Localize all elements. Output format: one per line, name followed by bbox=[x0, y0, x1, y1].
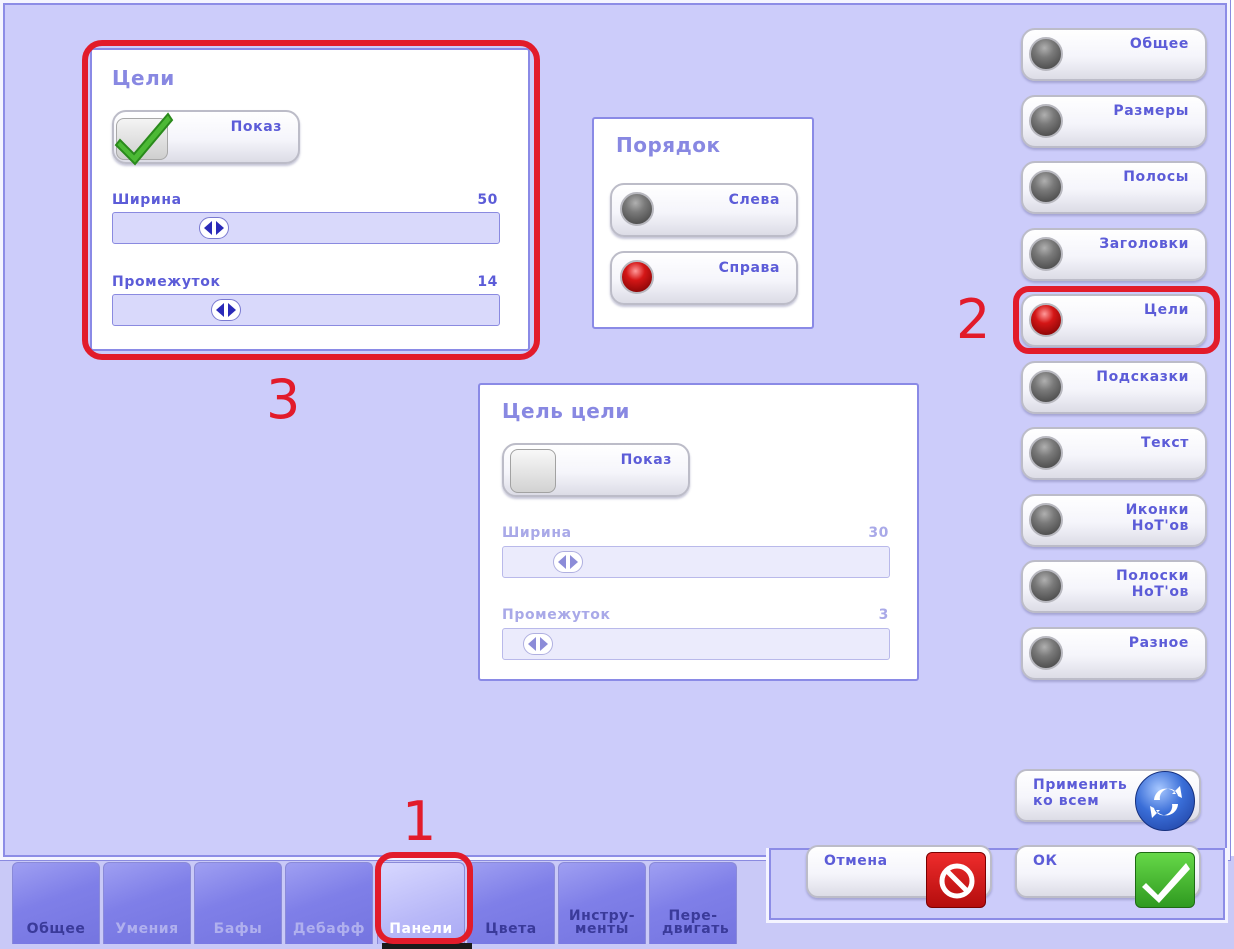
tab-label: Дебафф bbox=[293, 921, 365, 937]
arrows-icon bbox=[558, 555, 578, 569]
tot-gap-value: 3 bbox=[878, 607, 889, 623]
radio-icon bbox=[1029, 370, 1063, 404]
tab-label: Общее bbox=[26, 921, 86, 937]
cancel-icon bbox=[926, 852, 986, 908]
annotation-box-2 bbox=[1013, 286, 1220, 354]
radio-right[interactable] bbox=[620, 260, 654, 294]
tab-general[interactable]: Общее bbox=[12, 862, 100, 944]
refresh-icon bbox=[1135, 771, 1195, 831]
order-left-button[interactable]: Слева bbox=[610, 183, 798, 237]
ok-button[interactable]: ОК bbox=[1015, 845, 1201, 908]
tab-tools[interactable]: Инстру-менты bbox=[558, 862, 646, 944]
ok-label: ОК bbox=[1033, 853, 1058, 869]
sidebar-item-general[interactable]: Общее bbox=[1021, 28, 1207, 81]
no-entry-icon bbox=[939, 863, 975, 899]
check-icon bbox=[1142, 863, 1190, 903]
apply-all-label: Применить ко всем bbox=[1033, 777, 1128, 809]
sidebar-item-label: Иконки НоТ'ов bbox=[1125, 502, 1189, 534]
apply-all-button[interactable]: Применить ко всем bbox=[1015, 769, 1201, 831]
tab-colors[interactable]: Цвета bbox=[467, 862, 555, 944]
radio-icon bbox=[1029, 636, 1063, 670]
checkbox[interactable] bbox=[510, 449, 556, 493]
cancel-label: Отмена bbox=[824, 853, 888, 869]
sidebar-item-headers[interactable]: Заголовки bbox=[1021, 228, 1207, 281]
sidebar-item-label: Размеры bbox=[1113, 103, 1189, 119]
tab-debuffs[interactable]: Дебафф bbox=[285, 862, 373, 944]
sidebar-item-tooltips[interactable]: Подсказки bbox=[1021, 361, 1207, 414]
target-of-target-panel: Цель цели Показ Ширина 30 Промежуток 3 bbox=[478, 383, 919, 681]
sidebar-item-label: Текст bbox=[1141, 435, 1189, 451]
sidebar-item-label: Полоски НоТ'ов bbox=[1115, 568, 1189, 600]
radio-icon bbox=[1029, 237, 1063, 271]
tab-label: Цвета bbox=[485, 921, 537, 937]
sidebar-item-label: Подсказки bbox=[1096, 369, 1189, 385]
tab-label: Инстру-менты bbox=[568, 908, 636, 937]
refresh-arrows-icon bbox=[1150, 786, 1182, 818]
tab-label: Умения bbox=[115, 921, 179, 937]
slider-knob[interactable] bbox=[523, 633, 553, 655]
tab-move[interactable]: Пере-двигать bbox=[649, 862, 737, 944]
order-panel: Порядок Слева Справа bbox=[592, 117, 814, 329]
sidebar-item-label: Разное bbox=[1128, 635, 1189, 651]
tot-width-label: Ширина bbox=[502, 525, 572, 541]
sidebar-item-text[interactable]: Текст bbox=[1021, 427, 1207, 480]
sidebar-item-label: Полосы bbox=[1123, 169, 1189, 185]
sidebar-item-label: Заголовки bbox=[1099, 236, 1189, 252]
sidebar-item-sizes[interactable]: Размеры bbox=[1021, 95, 1207, 148]
radio-icon bbox=[1029, 569, 1063, 603]
radio-left[interactable] bbox=[620, 192, 654, 226]
arrows-icon bbox=[528, 637, 548, 651]
tab-label: Бафы bbox=[213, 921, 263, 937]
sidebar-item-hot-bars[interactable]: Полоски НоТ'ов bbox=[1021, 560, 1207, 613]
tot-show-label: Показ bbox=[620, 452, 672, 468]
annotation-2: 2 bbox=[956, 288, 991, 351]
annotation-3: 3 bbox=[266, 368, 301, 431]
annotation-1: 1 bbox=[402, 790, 437, 853]
tab-skills[interactable]: Умения bbox=[103, 862, 191, 944]
order-right-button[interactable]: Справа bbox=[610, 251, 798, 305]
tot-show-toggle[interactable]: Показ bbox=[502, 443, 690, 497]
sidebar-item-hot-icons[interactable]: Иконки НоТ'ов bbox=[1021, 494, 1207, 547]
annotation-box-1 bbox=[375, 852, 473, 944]
tot-panel-title: Цель цели bbox=[502, 399, 630, 423]
tot-gap-slider[interactable] bbox=[502, 628, 890, 660]
order-panel-title: Порядок bbox=[616, 133, 721, 157]
sidebar-item-label: Общее bbox=[1129, 36, 1189, 52]
sidebar-item-bars[interactable]: Полосы bbox=[1021, 161, 1207, 214]
tot-gap-label: Промежуток bbox=[502, 607, 611, 623]
tab-label: Пере-двигать bbox=[662, 908, 730, 937]
tot-width-slider[interactable] bbox=[502, 546, 890, 578]
ok-icon bbox=[1135, 852, 1195, 908]
order-left-label: Слева bbox=[728, 192, 780, 208]
tab-buffs[interactable]: Бафы bbox=[194, 862, 282, 944]
annotation-box-3 bbox=[82, 40, 540, 360]
radio-icon bbox=[1029, 104, 1063, 138]
tot-width-value: 30 bbox=[868, 525, 889, 541]
radio-icon bbox=[1029, 503, 1063, 537]
radio-icon bbox=[1029, 37, 1063, 71]
cancel-button[interactable]: Отмена bbox=[806, 845, 992, 908]
slider-knob[interactable] bbox=[553, 551, 583, 573]
radio-icon bbox=[1029, 436, 1063, 470]
radio-icon bbox=[1029, 170, 1063, 204]
order-right-label: Справа bbox=[718, 260, 780, 276]
sidebar-item-misc[interactable]: Разное bbox=[1021, 627, 1207, 680]
